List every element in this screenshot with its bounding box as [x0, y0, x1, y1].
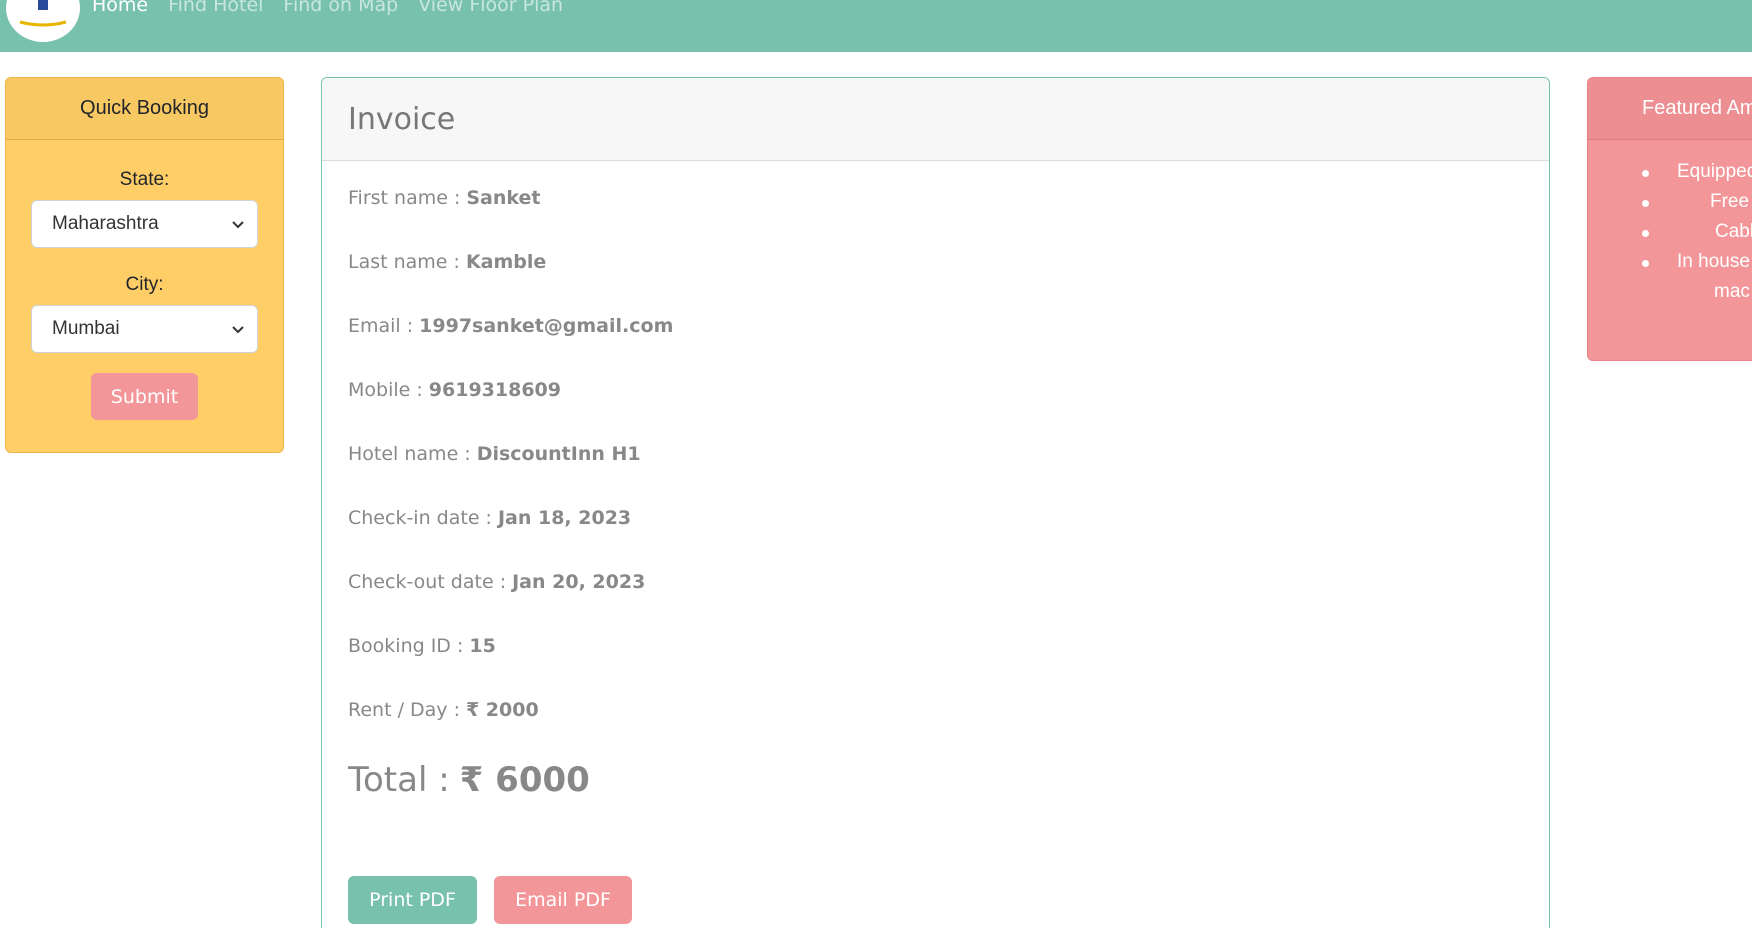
- city-select-value: Mumbai: [52, 318, 120, 339]
- invoice-card: Invoice First name : Sanket Last name : …: [321, 77, 1550, 928]
- amenity-text: Equipped: [1677, 161, 1752, 182]
- field-value: Kamble: [465, 251, 547, 273]
- featured-amenities-card: Featured Am Equipped Free Cabl In house …: [1587, 77, 1752, 361]
- field-label: Hotel name :: [348, 443, 471, 465]
- amenity-item: Cabl: [1588, 221, 1752, 251]
- field-last-name: Last name : Kamble: [348, 230, 1549, 294]
- field-label: Check-in date :: [348, 507, 492, 529]
- email-pdf-button[interactable]: Email PDF: [494, 876, 632, 924]
- field-value: Jan 18, 2023: [497, 507, 632, 529]
- field-label: Mobile :: [348, 379, 423, 401]
- bullet-icon: [1642, 230, 1649, 237]
- quick-booking-card: Quick Booking State: Maharashtra City: M…: [5, 77, 284, 453]
- amenity-text-continued: mac: [1714, 281, 1750, 302]
- field-value: ₹ 2000: [465, 699, 539, 721]
- invoice-title: Invoice: [348, 101, 456, 137]
- print-pdf-button[interactable]: Print PDF: [348, 876, 477, 924]
- amenity-item: In house mac: [1588, 251, 1752, 302]
- chevron-down-icon: [232, 221, 244, 229]
- field-value: Sanket: [466, 187, 541, 209]
- field-label: Last name :: [348, 251, 460, 273]
- chevron-down-icon: [232, 326, 244, 334]
- field-check-in-date: Check-in date : Jan 18, 2023: [348, 486, 1549, 550]
- field-value: 9619318609: [428, 379, 561, 401]
- quick-booking-title: Quick Booking: [6, 78, 283, 140]
- invoice-actions: Print PDF Email PDF: [348, 876, 1549, 924]
- field-value: 15: [469, 635, 496, 657]
- bullet-icon: [1642, 170, 1649, 177]
- field-label: Booking ID :: [348, 635, 464, 657]
- amenities-list: Equipped Free Cabl In house mac: [1588, 140, 1752, 302]
- invoice-header: Invoice: [322, 78, 1549, 161]
- bullet-icon: [1642, 260, 1649, 267]
- field-booking-id: Booking ID : 15: [348, 614, 1549, 678]
- field-first-name: First name : Sanket: [348, 166, 1549, 230]
- invoice-total: Total : ₹ 6000: [348, 754, 1549, 806]
- field-mobile: Mobile : 9619318609: [348, 358, 1549, 422]
- state-label: State:: [119, 169, 170, 190]
- field-value: DiscountInn H1: [476, 443, 641, 465]
- invoice-body: First name : Sanket Last name : Kamble E…: [322, 166, 1549, 924]
- field-label: Email :: [348, 315, 414, 337]
- field-rent-per-day: Rent / Day : ₹ 2000: [348, 678, 1549, 742]
- field-check-out-date: Check-out date : Jan 20, 2023: [348, 550, 1549, 614]
- city-label: City:: [125, 274, 164, 295]
- amenity-item: Free: [1588, 191, 1752, 221]
- city-select[interactable]: Mumbai: [31, 305, 258, 353]
- field-hotel-name: Hotel name : DiscountInn H1: [348, 422, 1549, 486]
- total-label: Total :: [348, 760, 450, 800]
- field-email: Email : 1997sanket@gmail.com: [348, 294, 1549, 358]
- submit-button[interactable]: Submit: [91, 373, 198, 420]
- field-label: First name :: [348, 187, 461, 209]
- field-label: Check-out date :: [348, 571, 507, 593]
- nav-links: Home Find Hotel Find on Map View Floor P…: [92, 0, 583, 16]
- state-select-value: Maharashtra: [52, 213, 159, 234]
- top-navbar: Home Find Hotel Find on Map View Floor P…: [0, 0, 1752, 52]
- nav-home[interactable]: Home: [92, 0, 148, 16]
- field-label: Rent / Day :: [348, 699, 460, 721]
- total-value: ₹ 6000: [459, 760, 590, 800]
- amenity-item: Equipped: [1588, 161, 1752, 191]
- field-value: Jan 20, 2023: [512, 571, 646, 593]
- amenity-text: Free: [1710, 191, 1750, 212]
- bullet-icon: [1642, 200, 1649, 207]
- featured-amenities-title: Featured Am: [1588, 78, 1752, 140]
- state-select[interactable]: Maharashtra: [31, 200, 258, 248]
- amenity-text: In house: [1677, 251, 1750, 272]
- nav-find-hotel[interactable]: Find Hotel: [168, 0, 263, 16]
- hotel-logo-icon[interactable]: [6, 0, 80, 42]
- amenity-text: Cabl: [1715, 221, 1752, 242]
- field-value: 1997sanket@gmail.com: [419, 315, 674, 337]
- nav-view-floor-plan[interactable]: View Floor Plan: [418, 0, 563, 16]
- nav-find-on-map[interactable]: Find on Map: [283, 0, 398, 16]
